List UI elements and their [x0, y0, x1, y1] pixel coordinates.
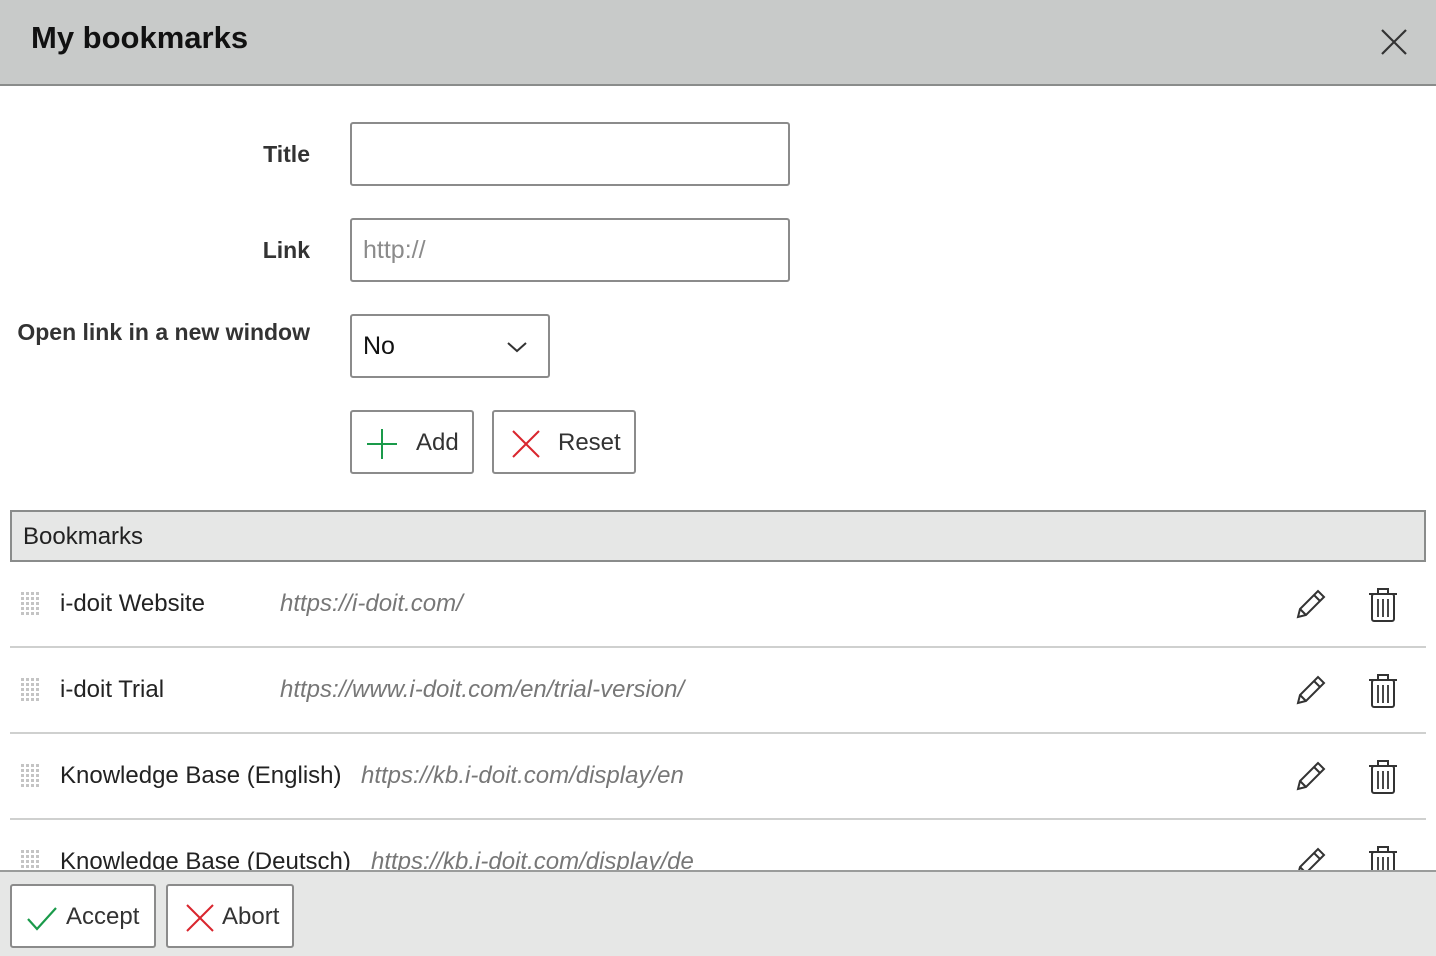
bookmark-name: Knowledge Base (English) — [60, 762, 342, 789]
abort-button[interactable]: Abort — [166, 884, 294, 948]
reset-button[interactable]: Reset — [492, 410, 636, 474]
bookmarks-list[interactable]: i-doit Website https://i-doit.com/ i-doi… — [10, 562, 1426, 870]
bookmarks-header-label: Bookmarks — [23, 523, 144, 550]
title-input[interactable] — [350, 122, 790, 186]
bookmark-name: Knowledge Base (Deutsch) — [60, 848, 351, 870]
list-item: i-doit Website https://i-doit.com/ — [10, 562, 1426, 648]
close-icon[interactable] — [1378, 26, 1410, 58]
pencil-icon[interactable] — [1292, 759, 1328, 795]
pencil-icon[interactable] — [1292, 845, 1328, 870]
new-window-select-value: No — [363, 332, 395, 360]
link-label: Link — [262, 237, 310, 263]
abort-button-label: Abort — [222, 903, 280, 930]
plus-icon — [367, 429, 397, 459]
chevron-down-icon — [507, 342, 527, 353]
title-label: Title — [263, 141, 310, 167]
accept-button[interactable]: Accept — [10, 884, 156, 948]
accept-button-label: Accept — [66, 903, 140, 930]
bookmark-name: i-doit Trial — [60, 676, 165, 703]
bookmark-url[interactable]: https://kb.i-doit.com/display/en — [361, 762, 684, 790]
pencil-icon[interactable] — [1292, 673, 1328, 709]
list-item: i-doit Trial https://www.i-doit.com/en/t… — [10, 648, 1426, 734]
bookmark-url[interactable]: https://kb.i-doit.com/display/de — [371, 848, 694, 870]
drag-handle-icon[interactable] — [20, 849, 40, 870]
bookmark-name: i-doit Website — [60, 590, 205, 617]
trash-icon[interactable] — [1368, 587, 1398, 623]
drag-handle-icon[interactable] — [20, 763, 40, 791]
dialog-title: My bookmarks — [31, 20, 249, 55]
pencil-icon[interactable] — [1292, 587, 1328, 623]
trash-icon[interactable] — [1368, 845, 1398, 870]
bookmark-url[interactable]: https://www.i-doit.com/en/trial-version/ — [280, 676, 684, 704]
bookmark-url[interactable]: https://i-doit.com/ — [280, 590, 463, 618]
x-icon — [186, 904, 214, 932]
add-button[interactable]: Add — [350, 410, 474, 474]
list-item: Knowledge Base (English) https://kb.i-do… — [10, 734, 1426, 820]
reset-button-label: Reset — [558, 429, 621, 456]
dialog-header: My bookmarks — [0, 0, 1436, 86]
x-icon — [512, 430, 540, 458]
new-window-label: Open link in a new window — [17, 319, 310, 345]
checkmark-icon — [27, 907, 57, 931]
trash-icon[interactable] — [1368, 759, 1398, 795]
list-item: Knowledge Base (Deutsch) https://kb.i-do… — [10, 820, 1426, 870]
drag-handle-icon[interactable] — [20, 677, 40, 705]
new-window-select[interactable]: No — [350, 314, 550, 378]
bookmarks-header: Bookmarks — [10, 510, 1426, 562]
add-button-label: Add — [416, 429, 459, 456]
dialog-footer: Accept Abort — [0, 870, 1436, 956]
trash-icon[interactable] — [1368, 673, 1398, 709]
drag-handle-icon[interactable] — [20, 591, 40, 619]
link-input[interactable] — [350, 218, 790, 282]
